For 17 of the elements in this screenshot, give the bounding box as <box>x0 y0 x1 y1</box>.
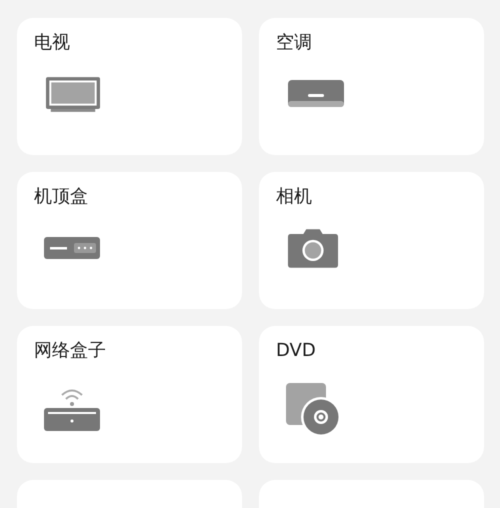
camera-icon <box>287 228 339 268</box>
device-card[interactable]: DVD <box>259 326 484 463</box>
air-conditioner-icon <box>287 79 345 109</box>
device-card[interactable]: 电视 <box>17 18 242 155</box>
device-card[interactable]: 网络盒子 <box>17 326 242 463</box>
device-card[interactable]: 机顶盒 <box>17 172 242 309</box>
device-card[interactable]: 空调 <box>259 18 484 155</box>
device-name: 机顶盒 <box>34 186 89 208</box>
tv-icon <box>45 76 101 112</box>
device-name: 电视 <box>34 32 71 54</box>
set-top-box-icon <box>43 236 101 260</box>
router-icon <box>43 387 101 433</box>
device-name: 空调 <box>276 32 313 54</box>
device-name: DVD <box>276 340 317 362</box>
device-card[interactable]: 相机 <box>259 172 484 309</box>
device-name: 相机 <box>276 186 313 208</box>
device-name: 网络盒子 <box>34 340 107 362</box>
